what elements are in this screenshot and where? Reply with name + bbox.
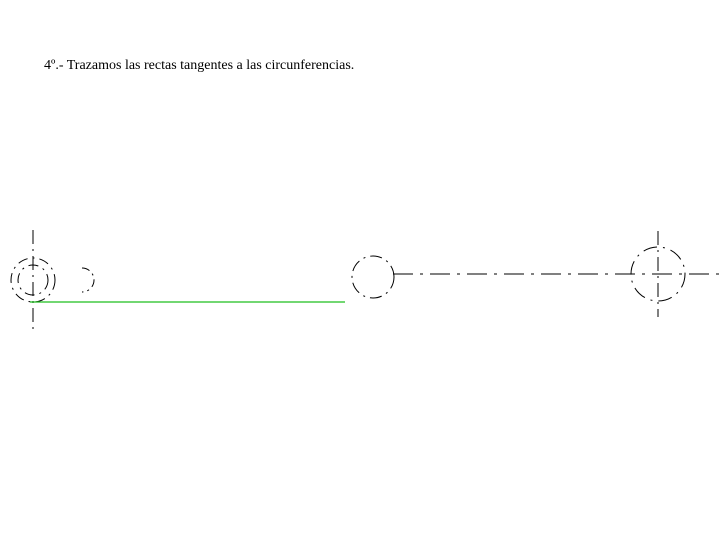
left-small-arc (82, 268, 94, 292)
step-title: 4º.- Trazamos las rectas tangentes a las… (44, 58, 354, 74)
mid-circle (352, 256, 394, 298)
left-outer-circle (11, 258, 55, 302)
right-circle (631, 247, 685, 301)
construction-diagram (0, 0, 720, 540)
left-inner-circle (18, 265, 48, 295)
